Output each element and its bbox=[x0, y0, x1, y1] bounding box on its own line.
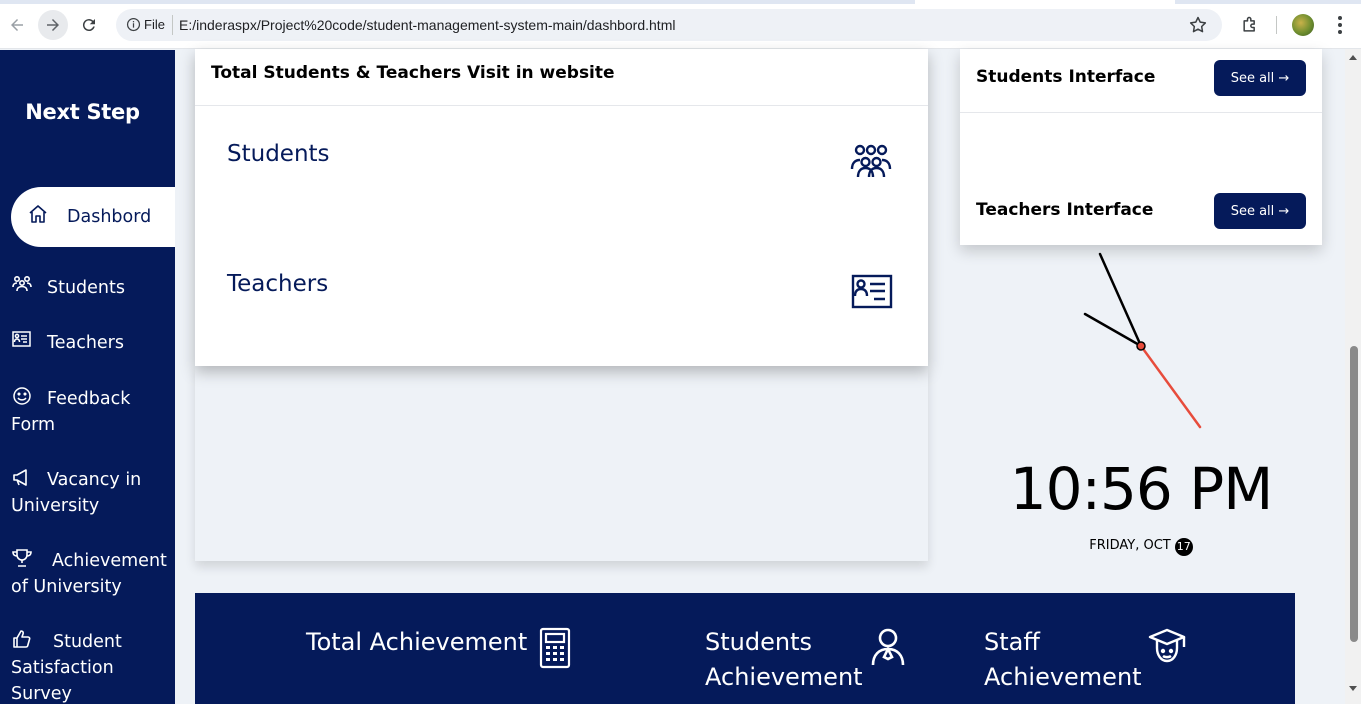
toolbar-divider bbox=[1276, 16, 1277, 34]
card-divider bbox=[195, 105, 928, 106]
menu-kebab-icon[interactable] bbox=[1330, 14, 1350, 36]
sidebar-item-students[interactable]: Students bbox=[11, 275, 175, 301]
minute-hand bbox=[1098, 252, 1143, 348]
sidebar: Next Step Dashbord Students Teachers Fee… bbox=[0, 50, 175, 704]
browser-toolbar: File E:/inderaspx/Project%20code/student… bbox=[0, 0, 1361, 49]
students-interface-label: Students Interface bbox=[976, 67, 1156, 87]
visits-card: Total Students & Teachers Visit in websi… bbox=[195, 49, 928, 366]
arrow-right-icon bbox=[47, 19, 59, 31]
users-icon bbox=[848, 143, 894, 179]
sidebar-item-label: Achievement of University bbox=[11, 551, 167, 597]
info-icon[interactable] bbox=[126, 17, 141, 32]
sidebar-item-teachers[interactable]: Teachers bbox=[11, 330, 175, 356]
arrow-left-icon bbox=[11, 19, 23, 31]
smile-icon bbox=[11, 386, 33, 406]
interfaces-card: Students Interface See all → Teachers In… bbox=[960, 49, 1322, 245]
visits-card-lower bbox=[195, 366, 928, 561]
url-text[interactable]: E:/inderaspx/Project%20code/student-mana… bbox=[179, 17, 675, 33]
digital-time: 10:56 PM bbox=[1009, 455, 1274, 523]
scroll-up-arrow[interactable] bbox=[1349, 55, 1357, 60]
teacher-board-icon bbox=[11, 330, 33, 350]
card-divider bbox=[960, 112, 1322, 113]
tab-strip bbox=[0, 0, 1361, 4]
sidebar-item-feedback-form[interactable]: Feedback Form bbox=[11, 386, 175, 438]
calculator-icon bbox=[539, 627, 571, 669]
teachers-interface-label: Teachers Interface bbox=[976, 200, 1154, 220]
page-scrollbar[interactable] bbox=[1345, 49, 1361, 704]
students-achievement-label: Students Achievement bbox=[705, 628, 863, 691]
sidebar-item-label: Students bbox=[47, 278, 126, 298]
brand-title: Next Step bbox=[25, 100, 140, 124]
reload-button[interactable] bbox=[77, 13, 101, 37]
day-badge: 17 bbox=[1174, 538, 1193, 556]
sidebar-item-vacancy[interactable]: Vacancy in University bbox=[11, 467, 175, 519]
visits-teachers-label: Teachers bbox=[227, 271, 329, 297]
sidebar-item-label: Dashbord bbox=[67, 207, 152, 227]
back-button[interactable] bbox=[5, 13, 29, 37]
staff-achievement-label: Staff Achievement bbox=[984, 628, 1142, 691]
scrollbar-thumb[interactable] bbox=[1350, 346, 1358, 642]
student-user-icon bbox=[871, 628, 905, 666]
visits-students-label: Students bbox=[227, 141, 330, 167]
second-hand bbox=[1139, 344, 1202, 429]
sidebar-item-satisfaction-survey[interactable]: Student Satisfaction Survey bbox=[11, 629, 175, 704]
scroll-down-arrow[interactable] bbox=[1349, 686, 1357, 691]
date-text: FRIDAY, OCT bbox=[1089, 538, 1171, 553]
thumbs-up-icon bbox=[11, 629, 33, 649]
omnibox-divider bbox=[172, 15, 173, 35]
achievement-banner: Total Achievement Students Achievement S… bbox=[195, 593, 1295, 704]
file-chip: File bbox=[144, 17, 165, 32]
active-tab[interactable] bbox=[915, 0, 1175, 4]
users-icon bbox=[11, 275, 33, 295]
sidebar-item-label: Teachers bbox=[47, 333, 124, 353]
analog-clock bbox=[1083, 252, 1202, 429]
clock-center-dot bbox=[1136, 341, 1146, 351]
forward-button[interactable] bbox=[38, 10, 68, 40]
teachers-see-all-button[interactable]: See all → bbox=[1214, 193, 1306, 229]
teacher-board-icon bbox=[848, 274, 894, 310]
graduation-cap-icon bbox=[1148, 628, 1186, 663]
extensions-icon[interactable] bbox=[1240, 15, 1260, 35]
home-icon bbox=[27, 189, 49, 223]
sidebar-item-dashbord[interactable]: Dashbord bbox=[11, 187, 175, 247]
reload-icon bbox=[82, 19, 95, 32]
students-see-all-button[interactable]: See all → bbox=[1214, 60, 1306, 96]
megaphone-icon bbox=[11, 467, 33, 487]
trophy-icon bbox=[11, 548, 33, 568]
address-bar[interactable]: File E:/inderaspx/Project%20code/student… bbox=[116, 9, 1222, 41]
sidebar-item-achievement[interactable]: Achievement of University bbox=[11, 548, 175, 600]
total-achievement-label: Total Achievement bbox=[306, 628, 528, 656]
bookmark-star-icon[interactable] bbox=[1188, 15, 1208, 35]
visits-title: Total Students & Teachers Visit in websi… bbox=[211, 63, 615, 83]
profile-avatar[interactable] bbox=[1292, 14, 1314, 36]
date-display: FRIDAY, OCT 17 bbox=[960, 538, 1322, 556]
